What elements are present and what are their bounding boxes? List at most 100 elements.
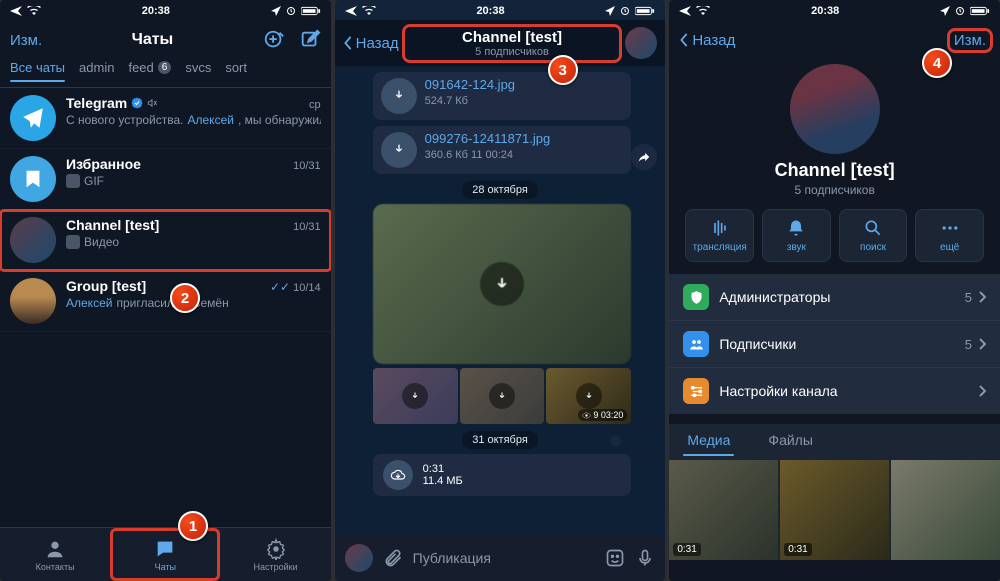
wifi-icon [696,6,710,16]
chat-date: 10/31 [293,221,321,233]
nav-header: Назад Изм. [669,20,1000,60]
file-message[interactable]: 099276-12411871.jpg 360.6 Кб 11 00:24 [373,126,632,174]
bell-icon [786,218,806,238]
clock: 20:38 [476,5,504,17]
gear-icon [265,538,287,560]
sender-avatar[interactable] [345,544,373,572]
tab-svcs[interactable]: svcs [185,60,211,81]
attach-icon[interactable] [383,548,403,568]
folder-tabs: Все чаты admin feed 6 svcs sort [0,60,331,88]
page-title: Чаты [42,31,263,49]
status-bar: 20:38 [335,0,666,20]
channel-avatar[interactable] [625,27,657,59]
share-button[interactable] [631,144,657,170]
alarm-icon [955,6,965,16]
new-chat-folder-icon[interactable] [263,29,285,51]
edit-button[interactable]: Изм. [950,31,990,50]
chat-preview: Видео [66,235,321,249]
callout-3: 3 [548,55,578,85]
airplane-icon [10,6,22,16]
avatar [10,156,56,202]
tab-admin[interactable]: admin [79,60,114,81]
nav-header: Изм. Чаты [0,20,331,60]
settings-icon [683,378,709,404]
file-message[interactable]: 091642-124.jpg 524.7 Кб [373,72,632,120]
row-admins[interactable]: Администраторы 5 [669,274,1000,321]
callout-4: 4 [922,48,952,78]
message-scroll[interactable]: 091642-124.jpg 524.7 Кб 099276-12411871.… [335,66,666,535]
back-button[interactable]: Назад [343,35,399,52]
media-tile[interactable] [891,460,1000,560]
chat-preview: GIF [66,174,321,188]
tabbar-settings[interactable]: Настройки [220,528,330,581]
profile-avatar[interactable] [790,64,880,154]
chat-row-channel-test[interactable]: Channel [test] 10/31 Видео [0,210,331,271]
media-thumb[interactable] [460,368,545,424]
media-tile[interactable]: 0:31 [669,460,778,560]
more-icon [940,218,960,238]
live-icon [710,218,730,238]
battery-icon [970,6,990,16]
clock: 20:38 [811,5,839,17]
channel-header: Назад Channel [test] 5 подписчиков [335,20,666,66]
download-icon[interactable] [381,132,417,168]
callout-2: 2 [170,283,200,313]
row-label: Подписчики [719,336,954,352]
muted-icon [147,98,157,108]
battery-icon [301,6,321,16]
contacts-icon [44,538,66,560]
download-icon [489,383,515,409]
alarm-icon [286,6,296,16]
back-button[interactable]: Назад [679,32,735,49]
tab-feed-badge: 6 [158,61,172,74]
location-icon [271,6,281,16]
channel-title-block[interactable]: Channel [test] 5 подписчиков [405,27,620,60]
file-name: 091642-124.jpg [425,78,515,92]
row-channel-settings[interactable]: Настройки канала [669,368,1000,414]
media-thumb[interactable] [373,368,458,424]
action-live[interactable]: трансляция [685,209,754,262]
airplane-icon [679,6,691,16]
download-icon [402,383,428,409]
mic-icon[interactable] [635,548,655,568]
row-subscribers[interactable]: Подписчики 5 [669,321,1000,368]
search-icon [863,218,883,238]
profile-title: Channel [test] [669,160,1000,181]
chat-row-group-test[interactable]: Group [test] ✓✓ 10/14 Алексей пригласил(… [0,271,331,332]
action-more[interactable]: ещё [915,209,984,262]
compose-input[interactable]: Публикация [413,550,596,566]
chat-name: Channel [test] [66,217,159,233]
download-icon [576,383,602,409]
chat-row-saved[interactable]: Избранное 10/31 GIF [0,149,331,210]
row-value: 5 [965,290,986,305]
action-search[interactable]: поиск [839,209,908,262]
screen-channel-profile: 20:38 Назад Изм. Channel [test] 5 подпис… [669,0,1000,581]
chat-name: Telegram [66,95,157,111]
tab-all-chats[interactable]: Все чаты [10,60,65,81]
telegram-icon [20,105,46,131]
action-sound[interactable]: звук [762,209,831,262]
edit-button[interactable]: Изм. [10,32,42,49]
row-value: 5 [965,337,986,352]
sticker-icon[interactable] [605,548,625,568]
file-size: 524.7 Кб [425,95,515,107]
tab-feed[interactable]: feed 6 [128,60,171,81]
profile-subtitle: 5 подписчиков [669,183,1000,197]
download-icon[interactable] [480,262,524,306]
tabbar-contacts[interactable]: Контакты [0,528,110,581]
media-message[interactable] [373,204,632,364]
row-label: Администраторы [719,289,954,305]
segment-media[interactable]: Медиа [683,424,734,456]
location-icon [940,6,950,16]
callout-1: 1 [178,511,208,541]
compose-bar: Публикация [335,535,666,581]
segment-files[interactable]: Файлы [764,424,816,456]
media-thumb[interactable]: 9 03:20 [546,368,631,424]
admins-icon [683,284,709,310]
tab-sort[interactable]: sort [225,60,247,81]
tab-bar: Контакты Чаты Настройки [0,527,331,581]
chat-row-telegram[interactable]: Telegram ср С нового устройства. Алексей… [0,88,331,149]
media-tile[interactable]: 0:31 [780,460,889,560]
compose-icon[interactable] [299,29,321,51]
download-icon[interactable] [381,78,417,114]
